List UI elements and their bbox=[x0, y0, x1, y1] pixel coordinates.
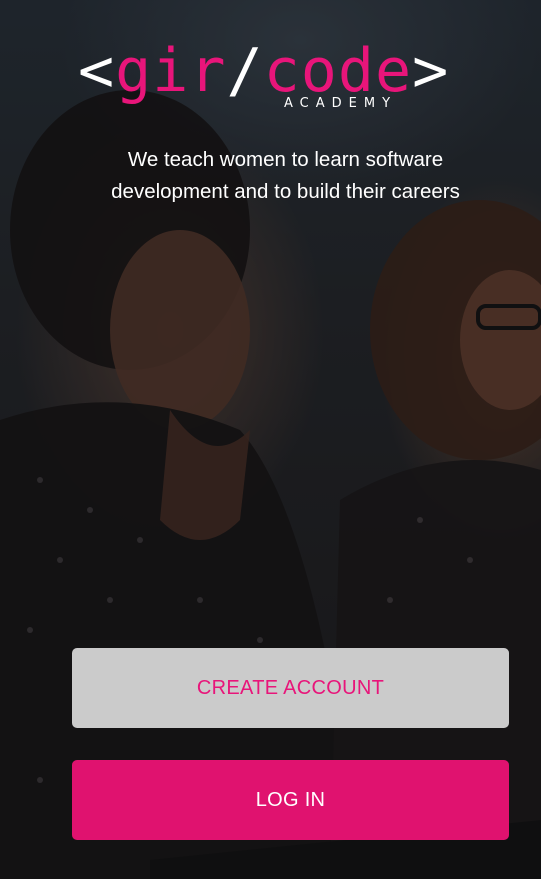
background-overlay bbox=[0, 0, 541, 879]
create-account-button[interactable]: CREATE ACCOUNT bbox=[72, 648, 509, 728]
brand-logo: <gir/code> ACADEMY bbox=[0, 30, 541, 120]
logo-open-bracket: < bbox=[78, 36, 116, 106]
background-photo bbox=[0, 0, 541, 879]
logo-wordmark: <gir/code> bbox=[78, 36, 478, 106]
logo-slash: / bbox=[226, 36, 264, 106]
tagline: We teach women to learn software develop… bbox=[111, 148, 460, 203]
logo-word-left: gir bbox=[115, 36, 227, 106]
logo-close-bracket: > bbox=[412, 36, 450, 106]
login-button[interactable]: LOG IN bbox=[72, 760, 509, 840]
welcome-screen: <gir/code> ACADEMY We teach women to lea… bbox=[0, 0, 541, 879]
logo-subtitle: ACADEMY bbox=[284, 96, 398, 111]
